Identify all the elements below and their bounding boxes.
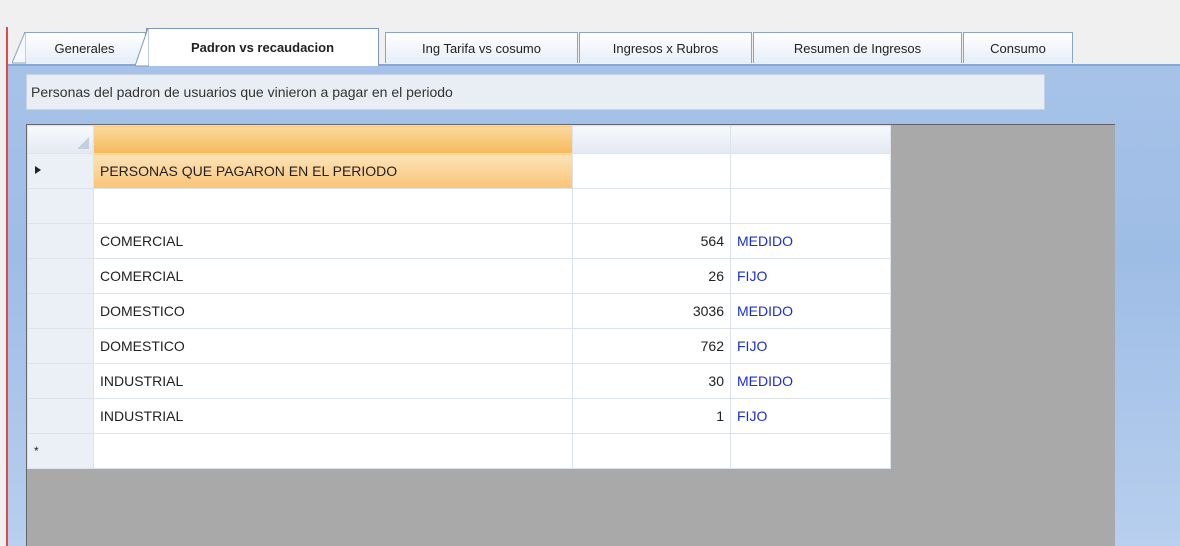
column-header-3[interactable] — [730, 125, 891, 154]
grid-cell[interactable] — [572, 153, 731, 189]
table-row[interactable] — [27, 188, 891, 224]
grid-cell[interactable] — [572, 188, 731, 224]
tab-resumen-de-ingresos[interactable]: Resumen de Ingresos — [753, 32, 962, 63]
grid-cell[interactable]: 30 — [572, 363, 731, 399]
grid-cell[interactable]: INDUSTRIAL — [93, 363, 573, 399]
title-strip — [0, 0, 1180, 27]
table-row[interactable]: DOMESTICO 3036 MEDIDO — [27, 293, 891, 329]
grid-cell[interactable]: DOMESTICO — [93, 293, 573, 329]
table-row[interactable]: INDUSTRIAL 1 FIJO — [27, 398, 891, 434]
grid-cell[interactable]: PERSONAS QUE PAGARON EN EL PERIODO — [93, 153, 573, 189]
grid-cell[interactable]: 762 — [572, 328, 731, 364]
row-header[interactable] — [27, 153, 94, 189]
grid-cell[interactable]: FIJO — [730, 328, 891, 364]
current-row-arrow-icon — [35, 166, 41, 174]
tab-label: Ing Tarifa vs cosumo — [422, 40, 541, 56]
caption-text: Personas del padron de usuarios que vini… — [31, 84, 453, 100]
grid-cell[interactable] — [93, 433, 573, 469]
grid-cell[interactable]: 564 — [572, 223, 731, 259]
select-all-triangle-icon — [77, 137, 89, 149]
tab-ingresos-x-rubros[interactable]: Ingresos x Rubros — [579, 32, 752, 63]
table-row[interactable]: DOMESTICO 762 FIJO — [27, 328, 891, 364]
grid-cell[interactable] — [730, 433, 891, 469]
description-caption: Personas del padron de usuarios que vini… — [26, 74, 1045, 110]
grid-cell[interactable]: COMERCIAL — [93, 223, 573, 259]
tab-ing-tarifa-vs-cosumo[interactable]: Ing Tarifa vs cosumo — [385, 32, 578, 63]
tab-label: Consumo — [990, 40, 1046, 56]
tab-consumo[interactable]: Consumo — [963, 32, 1073, 63]
tab-label: Generales — [54, 40, 115, 56]
column-header-2[interactable] — [572, 125, 731, 154]
grid-corner-header[interactable] — [27, 125, 94, 154]
grid-cell[interactable] — [730, 188, 891, 224]
row-header[interactable] — [27, 293, 94, 329]
tab-label: Padron vs recaudacion — [190, 40, 335, 55]
tab-label: Resumen de Ingresos — [793, 40, 922, 56]
tab-generales[interactable]: Generales — [12, 32, 146, 64]
grid-cell[interactable] — [572, 433, 731, 469]
grid-cell[interactable]: FIJO — [730, 398, 891, 434]
grid-cell[interactable]: 26 — [572, 258, 731, 294]
row-header[interactable] — [27, 188, 94, 224]
grid-cell[interactable]: INDUSTRIAL — [93, 398, 573, 434]
table-row[interactable]: COMERCIAL 26 FIJO — [27, 258, 891, 294]
row-header[interactable] — [27, 398, 94, 434]
grid-cell[interactable]: 3036 — [572, 293, 731, 329]
new-row[interactable]: * — [27, 433, 891, 469]
tab-slant-left — [135, 28, 149, 67]
grid-cell[interactable] — [730, 153, 891, 189]
table-row[interactable]: PERSONAS QUE PAGARON EN EL PERIODO — [27, 153, 891, 189]
grid-header-row — [27, 125, 891, 154]
grid-cell[interactable] — [93, 188, 573, 224]
row-header[interactable] — [27, 363, 94, 399]
column-header-1[interactable] — [93, 125, 573, 154]
grid-cell[interactable]: COMERCIAL — [93, 258, 573, 294]
tab-label: Ingresos x Rubros — [612, 40, 719, 56]
grid-cell[interactable]: MEDIDO — [730, 223, 891, 259]
table-row[interactable]: COMERCIAL 564 MEDIDO — [27, 223, 891, 259]
grid-cell[interactable]: MEDIDO — [730, 293, 891, 329]
data-grid[interactable]: PERSONAS QUE PAGARON EN EL PERIODO COMER… — [27, 125, 891, 469]
grid-cell[interactable]: MEDIDO — [730, 363, 891, 399]
grid-cell[interactable]: FIJO — [730, 258, 891, 294]
row-header[interactable] — [27, 328, 94, 364]
row-header[interactable] — [27, 223, 94, 259]
new-row-marker[interactable]: * — [27, 433, 94, 469]
tab-padron-vs-recaudacion[interactable]: Padron vs recaudacion — [135, 28, 379, 67]
grid-cell[interactable]: 1 — [572, 398, 731, 434]
tab-slant-left — [12, 32, 26, 64]
row-header[interactable] — [27, 258, 94, 294]
grid-cell[interactable]: DOMESTICO — [93, 328, 573, 364]
table-row[interactable]: INDUSTRIAL 30 MEDIDO — [27, 363, 891, 399]
